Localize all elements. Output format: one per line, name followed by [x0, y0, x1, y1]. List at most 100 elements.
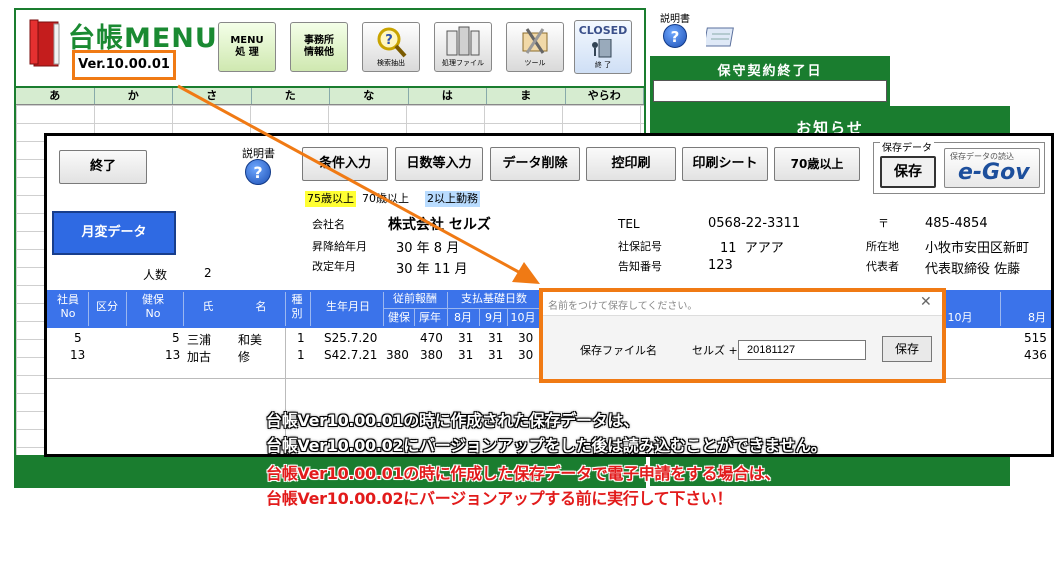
- days-input-button[interactable]: 日数等入力: [395, 147, 483, 181]
- notice-line-3: 台帳Ver10.00.01の時に作成した保存データで電子申請をする場合は、: [266, 464, 781, 483]
- col-previous-salary: 従前報酬: [393, 292, 437, 305]
- menu-process-button[interactable]: MENU 処 理: [218, 22, 276, 72]
- kana-tab-ha[interactable]: は: [409, 88, 487, 104]
- row1-surname: 三浦: [187, 333, 212, 347]
- save-data-label: 保存データ: [880, 139, 934, 154]
- kana-tab-ta[interactable]: た: [252, 88, 330, 104]
- header-divider: [384, 308, 540, 309]
- monthly-change-data-button[interactable]: 月変データ: [52, 211, 176, 255]
- kana-tab-a[interactable]: あ: [16, 88, 95, 104]
- col-category: 区分: [96, 300, 118, 313]
- row2-surname: 加古: [187, 350, 212, 364]
- save-button[interactable]: 保存: [880, 156, 936, 188]
- row1-days-oct: 30: [518, 331, 534, 345]
- company-name-value: 株式会社 セルズ: [388, 217, 491, 233]
- row2-days-oct: 30: [518, 348, 534, 362]
- notice-line-1: 台帳Ver10.00.01の時に作成された保存データは、: [266, 411, 639, 430]
- search-extract-caption: 検索抽出: [377, 59, 405, 67]
- legend-over-70: 70歳以上: [360, 191, 411, 207]
- print-sheet-button[interactable]: 印刷シート: [682, 147, 768, 181]
- row1-given-name: 和美: [238, 333, 263, 347]
- menu-process-label: MENU 処 理: [230, 35, 264, 58]
- row1-pension: 470: [420, 331, 443, 345]
- condition-input-button[interactable]: 条件入力: [302, 147, 388, 181]
- kana-tab-sa[interactable]: さ: [173, 88, 252, 104]
- company-name-label: 会社名: [312, 218, 345, 231]
- col-pension: 厚年: [419, 311, 441, 324]
- kana-tab-yarawa[interactable]: やらわ: [566, 88, 644, 104]
- row1-right-value: 515: [1024, 331, 1047, 345]
- col-health-no: 健保 No: [142, 293, 164, 320]
- headcount-value: 2: [204, 266, 212, 280]
- maintenance-end-date-field: [653, 80, 887, 102]
- version-label: Ver.10.00.01: [72, 50, 176, 80]
- legend-over-75: 75歳以上: [305, 191, 356, 207]
- header-divider: [414, 309, 415, 326]
- kana-tab-ka[interactable]: か: [95, 88, 173, 104]
- exit-door-icon: [592, 39, 612, 58]
- row1-emp-no: 5: [74, 331, 82, 345]
- address-label: 所在地: [866, 240, 899, 253]
- save-dialog-title: 名前をつけて保存してください。: [548, 301, 698, 312]
- address-value: 小牧市安田区新町: [925, 241, 1030, 256]
- row2-emp-no: 13: [70, 348, 86, 362]
- promotion-month-label: 昇降給年月: [312, 240, 367, 253]
- office-info-button[interactable]: 事務所 情報他: [290, 22, 348, 72]
- print-copy-button[interactable]: 控印刷: [586, 147, 676, 181]
- headcount-label: 人数: [143, 268, 168, 282]
- col-pay-days: 支払基礎日数: [461, 292, 527, 305]
- notice-line-4: 台帳Ver10.00.02にバージョンアップする前に実行して下さい！: [266, 489, 733, 508]
- representative-label: 代表者: [866, 260, 899, 273]
- col-health: 健保: [388, 311, 410, 324]
- tools-icon: [522, 28, 548, 54]
- col-given-name: 名: [255, 300, 267, 313]
- row2-days-sep: 31: [488, 348, 504, 362]
- row2-right-value: 436: [1024, 348, 1047, 362]
- dialog-save-button[interactable]: 保存: [882, 336, 932, 362]
- over-70-button[interactable]: 70歳以上: [774, 147, 860, 181]
- col-september: 9月: [485, 311, 503, 324]
- tel-label: TEL: [618, 217, 640, 231]
- row1-days-aug: 31: [458, 331, 474, 345]
- close-app-button[interactable]: CLOSED 終 了: [574, 20, 632, 74]
- exit-button[interactable]: 終了: [59, 150, 147, 184]
- col-emp-no: 社員 No: [57, 293, 79, 320]
- header-divider: [285, 292, 286, 326]
- save-filename-input[interactable]: 20181127: [738, 340, 866, 360]
- col-august-right: 8月: [1028, 311, 1046, 324]
- revision-month-value: 30 年 11 月: [396, 262, 468, 277]
- col-surname: 氏: [202, 300, 214, 313]
- kana-tab-ma[interactable]: ま: [487, 88, 566, 104]
- header-divider: [383, 292, 384, 326]
- row2-birth-date: S42.7.21: [324, 348, 378, 362]
- row1-type: 1: [297, 331, 305, 345]
- search-extract-button[interactable]: ? 検索抽出: [362, 22, 420, 72]
- tools-button[interactable]: ツール: [506, 22, 564, 72]
- delete-data-button[interactable]: データ削除: [490, 147, 580, 181]
- window-help-icon[interactable]: ?: [245, 159, 271, 185]
- row2-health-no: 13: [165, 348, 181, 362]
- row2-health: 380: [386, 348, 409, 362]
- postal-value: 485-4854: [925, 216, 988, 231]
- help-icon[interactable]: ?: [663, 24, 687, 48]
- calendar-icon[interactable]: [706, 24, 738, 48]
- row2-type: 1: [297, 348, 305, 362]
- header-divider: [183, 292, 184, 326]
- row2-days-aug: 31: [458, 348, 474, 362]
- close-icon[interactable]: ✕: [920, 294, 932, 310]
- header-divider: [479, 309, 480, 326]
- kana-tab-na[interactable]: な: [330, 88, 409, 104]
- representative-value: 代表取締役 佐藤: [925, 262, 1021, 277]
- egov-logo: e-Gov: [958, 160, 1030, 185]
- save-filename-prefix: セルズ +: [692, 344, 738, 357]
- row2-given-name: 修: [238, 350, 251, 364]
- row2-pension: 380: [420, 348, 443, 362]
- close-app-caption: 終 了: [594, 61, 612, 69]
- postal-label: 〒: [878, 217, 889, 230]
- col-august: 8月: [454, 311, 472, 324]
- svg-text:?: ?: [385, 33, 393, 48]
- process-file-button[interactable]: 処理ファイル: [434, 22, 492, 72]
- manual-label: 説明書: [660, 14, 690, 25]
- magnifier-icon: ?: [377, 27, 407, 58]
- notice-number-value: 123: [708, 258, 733, 273]
